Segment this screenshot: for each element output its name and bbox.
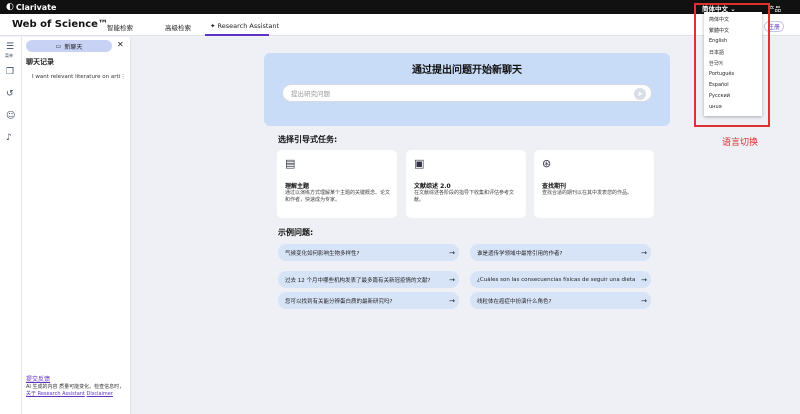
new-chat-button[interactable]: ▭ 新聊天: [26, 40, 112, 52]
icon-rail: ☰ 菜单 ❐ ↺ ☺ ♪: [0, 37, 22, 414]
history-icon[interactable]: ↺: [6, 89, 14, 99]
network-icon: ⊛: [542, 157, 552, 170]
tab-smart-search[interactable]: 智能检索: [107, 22, 133, 32]
arrow-right-icon: →: [641, 275, 647, 284]
feedback-link[interactable]: 提交反馈: [26, 374, 50, 383]
new-chat-label: 新聊天: [64, 43, 83, 51]
sparkle-icon: ✦: [210, 22, 216, 30]
question-input-wrapper: ➤: [282, 84, 652, 102]
new-chat-hero: 通过提出问题开始新聊天 ➤: [264, 53, 670, 126]
tab-research-assistant[interactable]: ✦ Research Assistant: [210, 22, 279, 30]
history-title: 聊天记录: [26, 58, 54, 66]
task-card-desc: 查找合适的期刊以在其中发表您的作品。: [542, 190, 633, 196]
example-question-label: 气候变化如何影响生物多样性?: [285, 250, 360, 257]
task-card-desc: 在文献综述各阶段的指导下收集和评估参考文献。: [414, 190, 515, 203]
active-tab-indicator: [205, 34, 269, 36]
collapse-icon[interactable]: ☰: [6, 42, 14, 52]
arrow-right-icon: →: [449, 296, 455, 305]
task-card-find-journal[interactable]: ⊛ 查找期刊 查找合适的期刊以在其中发表您的作品。: [534, 150, 654, 218]
send-arrow-icon: ➤: [637, 90, 643, 98]
question-input[interactable]: [291, 88, 611, 100]
nav-bar: Web of Science™ 智能检索 高级检索 ✦ Research Ass…: [0, 14, 800, 36]
arrow-right-icon: →: [449, 275, 455, 284]
example-question-label: 谁是遗传学领域中最常引用的作者?: [477, 250, 563, 257]
history-item[interactable]: I want relevant literature on arti ⋮: [26, 71, 126, 83]
chat-history-sidebar: ▭ 新聊天 ✕ 聊天记录 I want relevant literature …: [22, 37, 131, 414]
more-options-icon[interactable]: ⋮: [120, 74, 126, 80]
clarivate-logo-icon: ◐: [6, 2, 14, 12]
presentation-icon: ▤: [285, 157, 296, 170]
top-bar: ◐ Clarivate 简体中文 ⌄ 产品: [0, 0, 800, 14]
arrow-right-icon: →: [449, 248, 455, 257]
app-title[interactable]: Web of Science™: [12, 19, 108, 30]
hero-title: 通过提出问题开始新聊天: [412, 65, 522, 76]
arrow-right-icon: →: [641, 248, 647, 257]
task-card-understand-topic[interactable]: ▤ 理解主题 通过以演练方式理解某个主题的关键概念、论文和作者，快速成为专家。: [277, 150, 397, 218]
about-link[interactable]: 关于 Research Assistant: [26, 391, 85, 397]
close-icon[interactable]: ✕: [117, 40, 124, 49]
send-button[interactable]: ➤: [634, 88, 646, 100]
example-question[interactable]: 您可以找到有关能分辨蛋白质的最新研究吗? →: [278, 292, 459, 309]
example-question-label: 过去 12 个月中哪些机构发表了最多篇有关新冠疫情的文献?: [285, 277, 431, 284]
example-question-label: ¿Cuáles son las consecuencias físicas de…: [477, 276, 637, 283]
task-card-title: 查找期刊: [542, 183, 567, 190]
annotation-label: 语言切换: [722, 138, 759, 148]
task-card-title: 理解主题: [285, 183, 310, 190]
bell-icon[interactable]: ♪: [6, 133, 12, 143]
history-item-label: I want relevant literature on arti: [32, 74, 120, 80]
brand-label: Clarivate: [15, 2, 57, 12]
example-questions-title: 示例问题:: [278, 228, 314, 237]
task-card-literature-review[interactable]: ▣ 文献综述 2.0 在文献综述各阶段的指导下收集和评估参考文献。: [406, 150, 526, 218]
rail-menu-label: 菜单: [5, 53, 13, 58]
disclaimer: AI 生成的内容 质量可能变化。检查信息时， 关于 Research Assis…: [26, 384, 126, 398]
user-icon[interactable]: ☺: [6, 111, 15, 121]
example-question[interactable]: 气候变化如何影响生物多样性? →: [278, 244, 459, 261]
example-question[interactable]: 线粒体在癌症中扮演什么角色? →: [470, 292, 651, 309]
document-search-icon: ▣: [414, 157, 425, 170]
chat-bubble-icon: ▭: [55, 42, 62, 50]
disclaimer-text: AI 生成的内容 质量可能变化。检查信息时，: [26, 384, 125, 390]
task-card-desc: 通过以演练方式理解某个主题的关键概念、论文和作者，快速成为专家。: [285, 190, 391, 203]
tab-research-assistant-label: Research Assistant: [217, 22, 280, 30]
example-question[interactable]: 谁是遗传学领域中最常引用的作者? →: [470, 244, 651, 261]
guided-tasks-title: 选择引导式任务:: [278, 135, 338, 144]
clarivate-brand[interactable]: ◐ Clarivate: [6, 2, 56, 12]
example-question-label: 线粒体在癌症中扮演什么角色?: [477, 298, 552, 305]
example-question[interactable]: ¿Cuáles son las consecuencias físicas de…: [470, 271, 651, 288]
annotation-highlight-box: [694, 3, 770, 127]
disclaimer-link[interactable]: Disclaimer: [87, 391, 113, 397]
tab-advanced-search[interactable]: 高级检索: [165, 22, 191, 32]
example-question-label: 您可以找到有关能分辨蛋白质的最新研究吗?: [285, 298, 393, 305]
arrow-right-icon: →: [641, 296, 647, 305]
task-card-title: 文献综述 2.0: [414, 183, 451, 190]
library-icon[interactable]: ❐: [6, 67, 14, 77]
example-question[interactable]: 过去 12 个月中哪些机构发表了最多篇有关新冠疫情的文献? →: [278, 271, 459, 288]
